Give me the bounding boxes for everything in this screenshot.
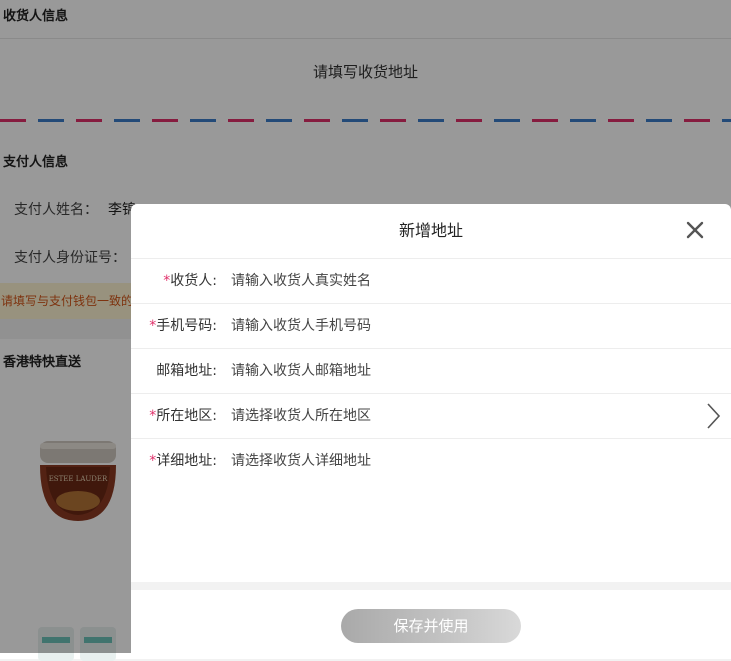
close-icon[interactable] — [685, 220, 705, 240]
detail-address-row: *详细地址: — [131, 439, 731, 483]
email-label-text: 邮箱地址: — [156, 363, 217, 379]
footer-divider — [131, 582, 731, 590]
email-row: 邮箱地址: — [131, 349, 731, 394]
region-label-text: 所在地区: — [156, 408, 217, 424]
phone-input[interactable] — [231, 314, 671, 338]
phone-label-text: 手机号码: — [156, 318, 217, 334]
phone-label: *手机号码: — [149, 304, 217, 348]
save-and-use-button[interactable]: 保存并使用 — [341, 609, 521, 643]
region-row[interactable]: *所在地区: — [131, 394, 731, 439]
phone-row: *手机号码: — [131, 304, 731, 349]
consignee-name-row: *收货人: — [131, 259, 731, 304]
consignee-name-input[interactable] — [231, 269, 671, 293]
region-label: *所在地区: — [149, 394, 217, 438]
chevron-right-icon[interactable] — [705, 402, 721, 430]
consignee-name-label-text: 收货人: — [170, 273, 217, 289]
email-label: 邮箱地址: — [156, 349, 217, 393]
detail-address-label: *详细地址: — [149, 439, 217, 483]
detail-address-label-text: 详细地址: — [156, 453, 217, 469]
modal-title: 新增地址 — [131, 204, 731, 259]
region-select[interactable] — [231, 404, 671, 428]
detail-address-input[interactable] — [231, 449, 671, 473]
email-input[interactable] — [231, 359, 671, 383]
add-address-modal: 新增地址 *收货人: *手机号码: 邮箱地址: *所在地区: *详细地址: 保存… — [131, 204, 731, 653]
consignee-name-label: *收货人: — [163, 259, 217, 303]
